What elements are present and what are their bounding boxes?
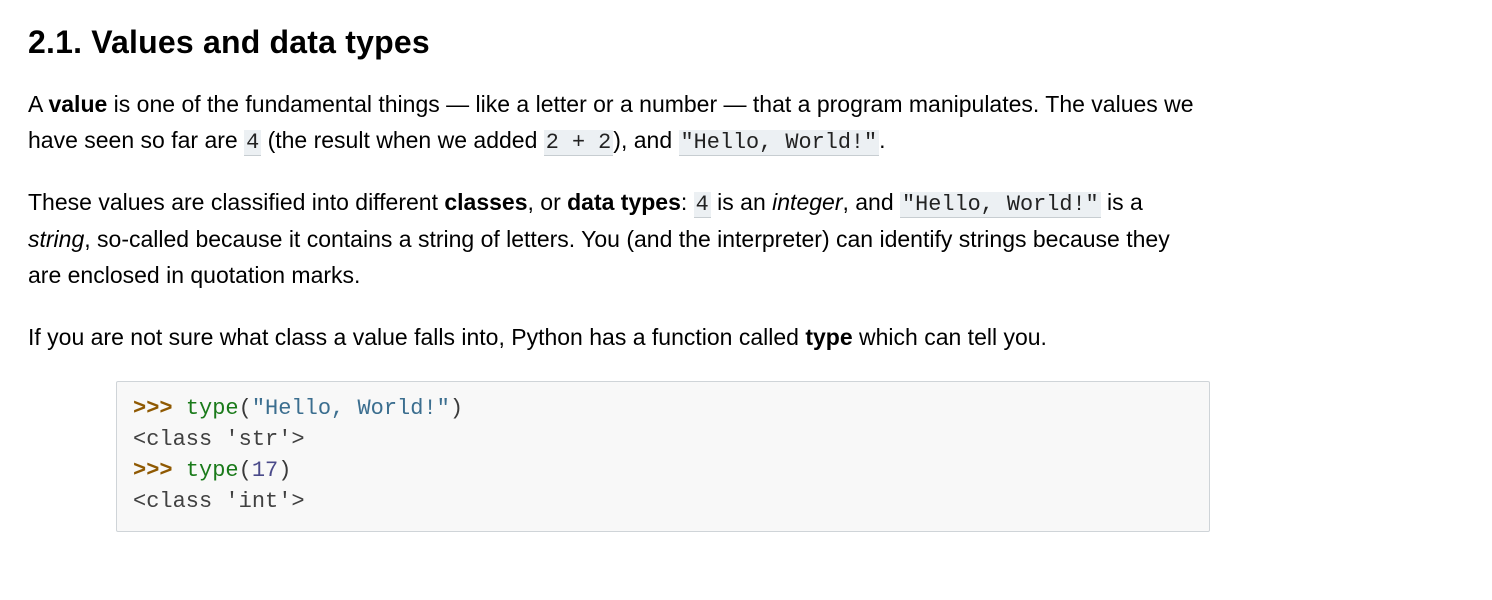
- inline-code: 4: [244, 130, 261, 156]
- paragraph-2: These values are classified into differe…: [28, 185, 1198, 293]
- code-punc: ): [450, 396, 463, 421]
- code-block: >>> type("Hello, World!") <class 'str'> …: [116, 381, 1210, 532]
- code-punc: ): [278, 458, 291, 483]
- text: , so-called because it contains a string…: [28, 226, 1170, 288]
- text: is an: [711, 189, 772, 215]
- bold-type: type: [805, 324, 852, 350]
- code-prompt: >>>: [133, 458, 186, 483]
- text: ), and: [613, 127, 678, 153]
- document-page: 2.1. Values and data types A value is on…: [0, 0, 1492, 590]
- text: , or: [528, 189, 568, 215]
- text: .: [879, 127, 885, 153]
- code-output: <class 'str'>: [133, 427, 305, 452]
- text: is a: [1101, 189, 1143, 215]
- text: , and: [842, 189, 900, 215]
- code-punc: (: [239, 458, 252, 483]
- text: :: [681, 189, 694, 215]
- code-output: <class 'int'>: [133, 489, 305, 514]
- bold-data-types: data types: [567, 189, 681, 215]
- italic-string: string: [28, 226, 84, 252]
- code-prompt: >>>: [133, 396, 186, 421]
- code-func: type: [186, 396, 239, 421]
- code-string: "Hello, World!": [252, 396, 450, 421]
- code-punc: (: [239, 396, 252, 421]
- text: (the result when we added: [261, 127, 544, 153]
- bold-classes: classes: [444, 189, 527, 215]
- code-func: type: [186, 458, 239, 483]
- inline-code: "Hello, World!": [679, 130, 880, 156]
- italic-integer: integer: [772, 189, 842, 215]
- text: which can tell you.: [853, 324, 1047, 350]
- inline-code: 2 + 2: [544, 130, 614, 156]
- paragraph-1: A value is one of the fundamental things…: [28, 87, 1198, 159]
- text: These values are classified into differe…: [28, 189, 444, 215]
- text: A: [28, 91, 48, 117]
- code-number: 17: [252, 458, 278, 483]
- section-heading: 2.1. Values and data types: [28, 24, 1464, 61]
- inline-code: 4: [694, 192, 711, 218]
- text: If you are not sure what class a value f…: [28, 324, 805, 350]
- bold-value: value: [48, 91, 107, 117]
- paragraph-3: If you are not sure what class a value f…: [28, 320, 1198, 356]
- inline-code: "Hello, World!": [900, 192, 1101, 218]
